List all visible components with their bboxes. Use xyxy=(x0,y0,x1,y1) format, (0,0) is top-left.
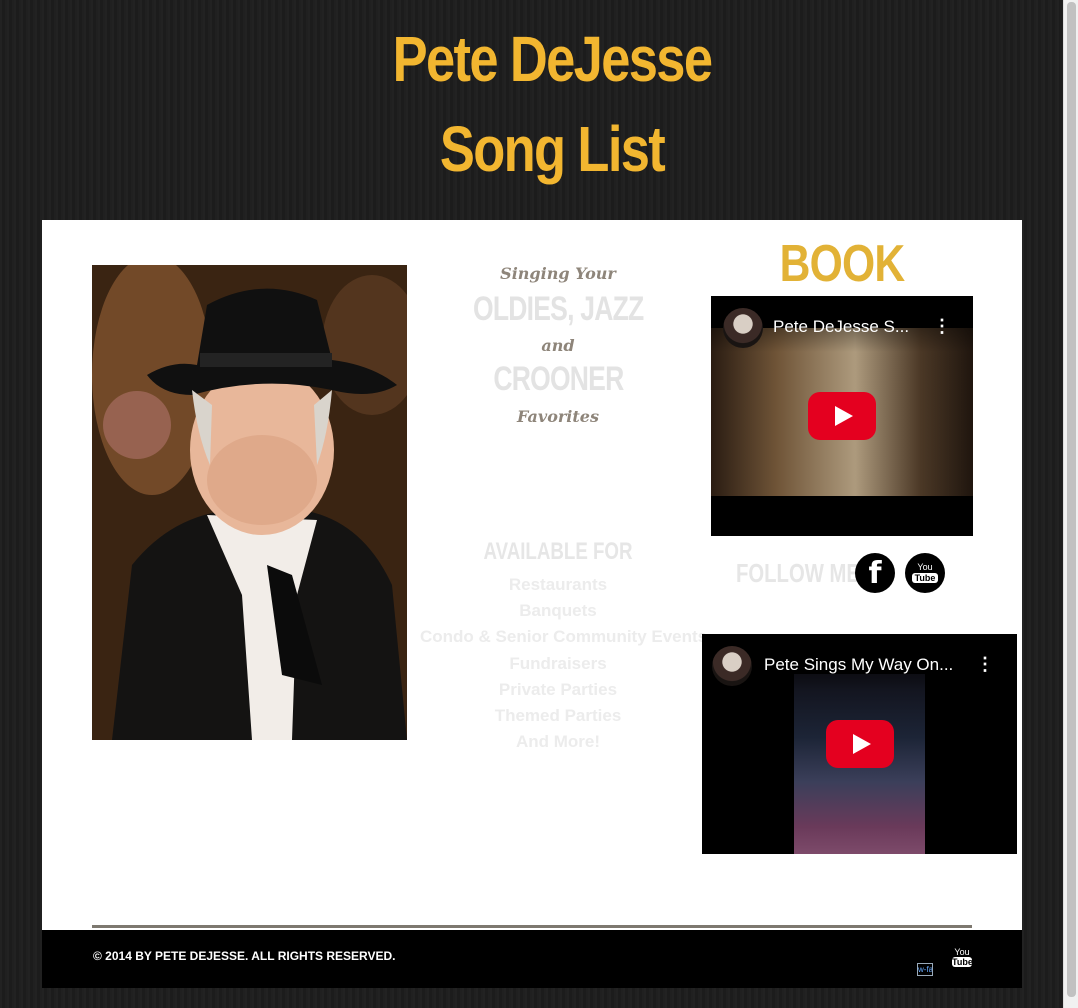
footer: © 2014 BY PETE DEJESSE. ALL RIGHTS RESER… xyxy=(42,930,1022,988)
intro-line4-wrap: CROONER xyxy=(420,360,696,399)
venue-item: And More! xyxy=(515,732,601,752)
venue-item: Fundraisers xyxy=(509,653,607,673)
video-title[interactable]: Pete DeJesse S... xyxy=(773,317,923,337)
scrollbar-thumb[interactable] xyxy=(1067,2,1076,997)
footer-youtube-top: You xyxy=(954,947,970,957)
vertical-scrollbar[interactable] xyxy=(1063,0,1078,1008)
youtube-icon-top: You xyxy=(917,562,933,572)
video-title[interactable]: Pete Sings My Way On... xyxy=(764,655,972,675)
channel-avatar[interactable] xyxy=(712,646,752,686)
facebook-icon[interactable]: f xyxy=(855,553,895,593)
footer-divider xyxy=(92,925,972,928)
youtube-video-player[interactable]: Pete Sings My Way On... ⋮ xyxy=(702,634,1017,854)
copyright-text: © 2014 BY PETE DEJESSE. ALL RIGHTS RESER… xyxy=(93,949,396,963)
venue-item: Banquets xyxy=(519,601,597,621)
intro-line3: and xyxy=(541,336,575,355)
intro-line5: Favorites xyxy=(517,407,599,426)
footer-facebook-icon[interactable]: w-fa xyxy=(917,963,933,976)
site-title-line2: Song List xyxy=(439,113,666,185)
intro-line1: Singing Your xyxy=(500,264,616,283)
intro-line1-wrap: Singing Your xyxy=(420,264,696,284)
venue-list: Restaurants Banquets Condo & Senior Comm… xyxy=(420,574,708,757)
channel-avatar[interactable] xyxy=(723,308,763,348)
venue-item: Private Parties xyxy=(498,679,618,699)
follow-me-label: FOLLOW ME xyxy=(736,558,860,588)
play-button[interactable] xyxy=(826,720,894,768)
intro-line2-wrap: OLDIES, JAZZ xyxy=(420,290,696,329)
play-button[interactable] xyxy=(808,392,876,440)
site-title-line1: Pete DeJesse xyxy=(392,23,713,95)
venue-item: Themed Parties xyxy=(494,705,622,725)
performer-photo xyxy=(92,265,407,740)
footer-youtube-bottom: Tube xyxy=(952,957,973,967)
youtube-icon-bottom: Tube xyxy=(912,573,938,583)
intro-line5-wrap: Favorites xyxy=(420,407,696,427)
footer-youtube-icon[interactable]: You Tube xyxy=(952,947,973,967)
intro-line2: OLDIES, JAZZ xyxy=(472,290,644,328)
more-options-icon[interactable]: ⋮ xyxy=(933,317,951,335)
youtube-video-player[interactable]: Pete DeJesse S... ⋮ xyxy=(711,296,973,536)
youtube-icon[interactable]: You Tube xyxy=(905,553,945,593)
intro-line3-wrap: and xyxy=(420,336,696,356)
venue-item: Restaurants xyxy=(508,575,608,594)
intro-line4: CROONER xyxy=(492,360,624,398)
venue-item: Condo & Senior Community Events xyxy=(420,627,708,647)
more-options-icon[interactable]: ⋮ xyxy=(976,655,994,673)
available-for-heading: AVAILABLE FOR xyxy=(483,538,633,565)
